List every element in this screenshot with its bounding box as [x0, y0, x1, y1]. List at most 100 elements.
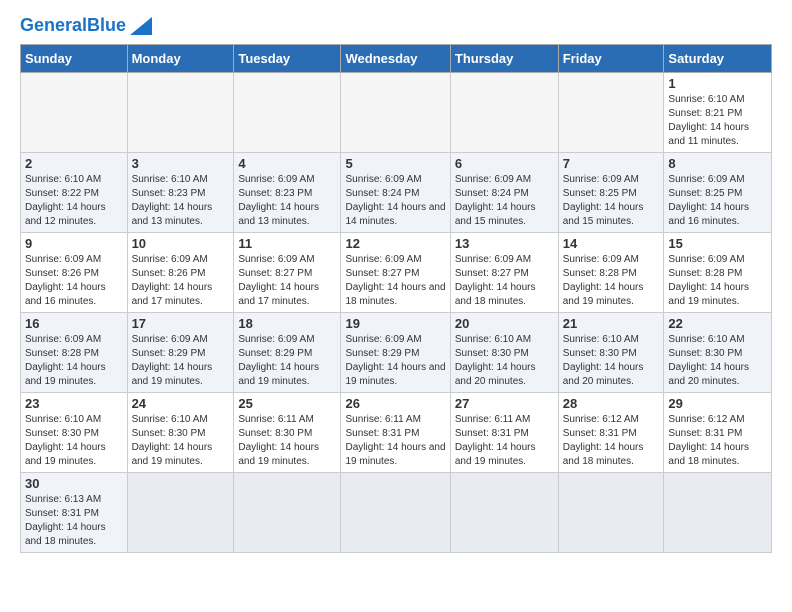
- calendar-cell: [127, 72, 234, 152]
- day-info: Sunrise: 6:09 AM Sunset: 8:24 PM Dayligh…: [345, 173, 445, 229]
- calendar-week-row: 30Sunrise: 6:13 AM Sunset: 8:31 PM Dayli…: [21, 472, 772, 552]
- calendar-cell: 17Sunrise: 6:09 AM Sunset: 8:29 PM Dayli…: [127, 312, 234, 392]
- calendar-cell: [341, 72, 450, 152]
- day-number: 29: [668, 396, 767, 411]
- calendar-cell: 25Sunrise: 6:11 AM Sunset: 8:30 PM Dayli…: [234, 392, 341, 472]
- day-info: Sunrise: 6:09 AM Sunset: 8:27 PM Dayligh…: [345, 253, 445, 309]
- day-info: Sunrise: 6:09 AM Sunset: 8:27 PM Dayligh…: [238, 253, 336, 309]
- day-info: Sunrise: 6:09 AM Sunset: 8:25 PM Dayligh…: [668, 173, 767, 229]
- calendar-header-thursday: Thursday: [450, 44, 558, 72]
- day-number: 22: [668, 316, 767, 331]
- page: GeneralBlue SundayMondayTuesdayWednesday…: [0, 0, 792, 569]
- calendar-cell: 3 Sunrise: 6:10 AM Sunset: 8:23 PM Daylig…: [127, 152, 234, 232]
- calendar-cell: 16Sunrise: 6:09 AM Sunset: 8:28 PM Dayli…: [21, 312, 128, 392]
- day-info: Sunrise: 6:11 AM Sunset: 8:31 PM Dayligh…: [345, 413, 445, 469]
- day-number: 14: [563, 236, 660, 251]
- calendar-header-saturday: Saturday: [664, 44, 772, 72]
- day-number: 1: [668, 76, 767, 91]
- calendar-cell: 6Sunrise: 6:09 AM Sunset: 8:24 PM Daylig…: [450, 152, 558, 232]
- calendar-week-row: 2Sunrise: 6:10 AM Sunset: 8:22 PM Daylig…: [21, 152, 772, 232]
- day-info: Sunrise: 6:09 AM Sunset: 8:25 PM Dayligh…: [563, 173, 660, 229]
- calendar-cell: 24Sunrise: 6:10 AM Sunset: 8:30 PM Dayli…: [127, 392, 234, 472]
- calendar-cell: 20Sunrise: 6:10 AM Sunset: 8:30 PM Dayli…: [450, 312, 558, 392]
- header: GeneralBlue: [20, 16, 772, 36]
- calendar-cell: 18Sunrise: 6:09 AM Sunset: 8:29 PM Dayli…: [234, 312, 341, 392]
- day-number: 15: [668, 236, 767, 251]
- calendar-week-row: 16Sunrise: 6:09 AM Sunset: 8:28 PM Dayli…: [21, 312, 772, 392]
- day-info: Sunrise: 6:09 AM Sunset: 8:28 PM Dayligh…: [668, 253, 767, 309]
- calendar-cell: 5 Sunrise: 6:09 AM Sunset: 8:24 PM Daylig…: [341, 152, 450, 232]
- calendar-header-tuesday: Tuesday: [234, 44, 341, 72]
- calendar-cell: 23Sunrise: 6:10 AM Sunset: 8:30 PM Dayli…: [21, 392, 128, 472]
- day-number: 20: [455, 316, 554, 331]
- day-info: Sunrise: 6:10 AM Sunset: 8:21 PM Dayligh…: [668, 93, 767, 149]
- calendar-cell: 19Sunrise: 6:09 AM Sunset: 8:29 PM Dayli…: [341, 312, 450, 392]
- calendar-cell: 10Sunrise: 6:09 AM Sunset: 8:26 PM Dayli…: [127, 232, 234, 312]
- calendar-cell: 14 Sunrise: 6:09 AM Sunset: 8:28 PM Dayli…: [558, 232, 664, 312]
- calendar-cell: [21, 72, 128, 152]
- day-number: 13: [455, 236, 554, 251]
- calendar-week-row: 1 Sunrise: 6:10 AM Sunset: 8:21 PM Daylig…: [21, 72, 772, 152]
- calendar-header-monday: Monday: [127, 44, 234, 72]
- day-number: 4: [238, 156, 336, 171]
- calendar-header-row: SundayMondayTuesdayWednesdayThursdayFrid…: [21, 44, 772, 72]
- day-number: 8: [668, 156, 767, 171]
- day-info: Sunrise: 6:10 AM Sunset: 8:23 PM Dayligh…: [132, 173, 230, 229]
- calendar-week-row: 9 Sunrise: 6:09 AM Sunset: 8:26 PM Daylig…: [21, 232, 772, 312]
- calendar-cell: 29 Sunrise: 6:12 AM Sunset: 8:31 PM Dayli…: [664, 392, 772, 472]
- day-info: Sunrise: 6:10 AM Sunset: 8:30 PM Dayligh…: [25, 413, 123, 469]
- calendar-cell: 11 Sunrise: 6:09 AM Sunset: 8:27 PM Dayli…: [234, 232, 341, 312]
- day-number: 7: [563, 156, 660, 171]
- calendar-cell: [234, 472, 341, 552]
- calendar-cell: 2Sunrise: 6:10 AM Sunset: 8:22 PM Daylig…: [21, 152, 128, 232]
- day-info: Sunrise: 6:11 AM Sunset: 8:31 PM Dayligh…: [455, 413, 554, 469]
- calendar-cell: 15 Sunrise: 6:09 AM Sunset: 8:28 PM Dayli…: [664, 232, 772, 312]
- calendar-cell: 26 Sunrise: 6:11 AM Sunset: 8:31 PM Dayli…: [341, 392, 450, 472]
- calendar-cell: 4 Sunrise: 6:09 AM Sunset: 8:23 PM Daylig…: [234, 152, 341, 232]
- day-info: Sunrise: 6:09 AM Sunset: 8:26 PM Dayligh…: [25, 253, 123, 309]
- calendar-cell: [558, 472, 664, 552]
- calendar-cell: [234, 72, 341, 152]
- day-info: Sunrise: 6:10 AM Sunset: 8:30 PM Dayligh…: [668, 333, 767, 389]
- calendar-cell: 27 Sunrise: 6:11 AM Sunset: 8:31 PM Dayli…: [450, 392, 558, 472]
- day-info: Sunrise: 6:09 AM Sunset: 8:26 PM Dayligh…: [132, 253, 230, 309]
- day-info: Sunrise: 6:12 AM Sunset: 8:31 PM Dayligh…: [563, 413, 660, 469]
- day-number: 12: [345, 236, 445, 251]
- day-number: 6: [455, 156, 554, 171]
- day-number: 3: [132, 156, 230, 171]
- day-number: 28: [563, 396, 660, 411]
- day-number: 25: [238, 396, 336, 411]
- day-info: Sunrise: 6:09 AM Sunset: 8:23 PM Dayligh…: [238, 173, 336, 229]
- calendar-cell: [558, 72, 664, 152]
- day-info: Sunrise: 6:12 AM Sunset: 8:31 PM Dayligh…: [668, 413, 767, 469]
- calendar: SundayMondayTuesdayWednesdayThursdayFrid…: [20, 44, 772, 553]
- calendar-cell: 9 Sunrise: 6:09 AM Sunset: 8:26 PM Daylig…: [21, 232, 128, 312]
- day-number: 21: [563, 316, 660, 331]
- day-number: 5: [345, 156, 445, 171]
- day-number: 27: [455, 396, 554, 411]
- logo: GeneralBlue: [20, 16, 152, 36]
- day-info: Sunrise: 6:09 AM Sunset: 8:28 PM Dayligh…: [563, 253, 660, 309]
- day-number: 19: [345, 316, 445, 331]
- calendar-week-row: 23Sunrise: 6:10 AM Sunset: 8:30 PM Dayli…: [21, 392, 772, 472]
- day-info: Sunrise: 6:10 AM Sunset: 8:30 PM Dayligh…: [563, 333, 660, 389]
- calendar-cell: [127, 472, 234, 552]
- calendar-cell: [450, 472, 558, 552]
- calendar-cell: [664, 472, 772, 552]
- day-info: Sunrise: 6:09 AM Sunset: 8:28 PM Dayligh…: [25, 333, 123, 389]
- day-info: Sunrise: 6:09 AM Sunset: 8:27 PM Dayligh…: [455, 253, 554, 309]
- day-number: 11: [238, 236, 336, 251]
- day-number: 17: [132, 316, 230, 331]
- day-number: 30: [25, 476, 123, 491]
- calendar-cell: 1 Sunrise: 6:10 AM Sunset: 8:21 PM Daylig…: [664, 72, 772, 152]
- calendar-header-friday: Friday: [558, 44, 664, 72]
- day-number: 26: [345, 396, 445, 411]
- day-info: Sunrise: 6:09 AM Sunset: 8:29 PM Dayligh…: [238, 333, 336, 389]
- calendar-cell: 12 Sunrise: 6:09 AM Sunset: 8:27 PM Dayli…: [341, 232, 450, 312]
- day-number: 9: [25, 236, 123, 251]
- logo-icon: [130, 17, 152, 35]
- calendar-header-sunday: Sunday: [21, 44, 128, 72]
- calendar-cell: [450, 72, 558, 152]
- day-number: 24: [132, 396, 230, 411]
- calendar-cell: 28 Sunrise: 6:12 AM Sunset: 8:31 PM Dayli…: [558, 392, 664, 472]
